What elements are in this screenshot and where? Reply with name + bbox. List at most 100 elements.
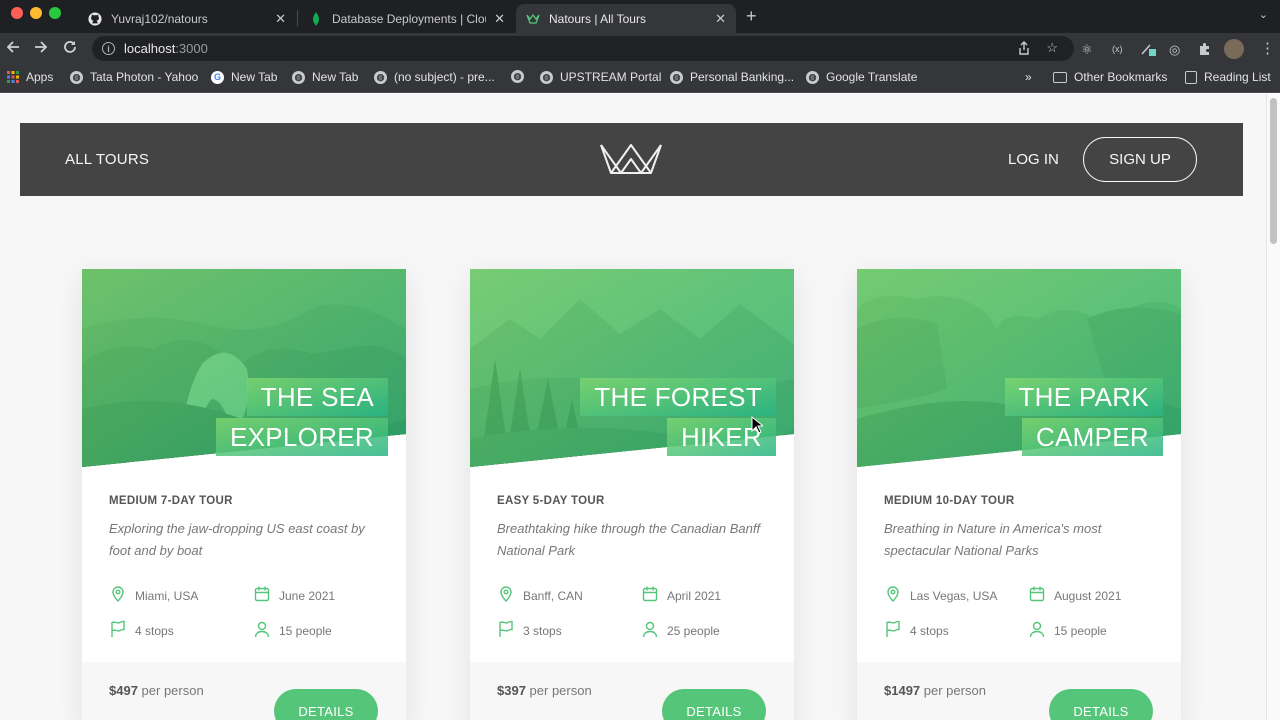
browser-menu-icon[interactable]: ⋮ xyxy=(1260,39,1275,57)
tab-divider xyxy=(297,10,298,26)
bookmark-label: Google Translate xyxy=(826,70,918,84)
close-tab-icon[interactable]: ✕ xyxy=(275,11,286,27)
reload-icon[interactable] xyxy=(63,40,77,58)
tour-people: 15 people xyxy=(253,620,332,641)
user-icon xyxy=(641,620,667,641)
tour-date: April 2021 xyxy=(641,585,721,606)
url-port: :3000 xyxy=(175,41,208,56)
browser-tab-github[interactable]: Yuvraj102/natours ✕ xyxy=(78,4,296,33)
close-tab-icon[interactable]: ✕ xyxy=(715,11,726,27)
map-pin-icon xyxy=(109,585,135,606)
tour-people: 25 people xyxy=(641,620,720,641)
tour-card: THE SEA EXPLORER MEDIUM 7-DAY TOUR Explorin… xyxy=(82,269,406,720)
tour-card-image: THE FOREST HIKER xyxy=(470,269,794,467)
bookmark-label: New Tab xyxy=(312,70,359,84)
tour-stops-text: 4 stops xyxy=(135,623,174,638)
login-link[interactable]: LOG IN xyxy=(1008,151,1059,168)
tour-price-value: $397 xyxy=(497,683,526,698)
tour-stops-text: 3 stops xyxy=(523,623,562,638)
profile-avatar[interactable] xyxy=(1224,39,1244,59)
tour-name: THE FOREST HIKER xyxy=(556,377,776,457)
map-pin-icon xyxy=(497,585,523,606)
browser-tab-bar: Yuvraj102/natours ✕ Database Deployments… xyxy=(0,0,1280,33)
minimize-window-button[interactable] xyxy=(30,7,42,19)
tour-price: $497 per person xyxy=(109,683,204,698)
tour-price-value: $497 xyxy=(109,683,138,698)
back-icon[interactable] xyxy=(6,40,20,58)
extension-icon[interactable]: (x) xyxy=(1112,44,1123,54)
tour-price-unit: per person xyxy=(141,683,204,698)
tour-location-text: Las Vegas, USA xyxy=(910,588,998,603)
tour-card: THE FOREST HIKER EASY 5-DAY TOUR Breathtaki… xyxy=(470,269,794,720)
share-icon[interactable] xyxy=(1018,41,1030,58)
new-tab-button[interactable]: + xyxy=(746,6,757,27)
tour-subheading: EASY 5-DAY TOUR xyxy=(497,495,605,507)
bookmark-label: UPSTREAM Portal xyxy=(560,70,662,84)
tour-price: $397 per person xyxy=(497,683,592,698)
tour-card-footer: $1497 per person DETAILS xyxy=(857,662,1181,720)
bookmarks-bar: Apps ◍ Tata Photon - Yahoo G New Tab ◍ N… xyxy=(0,64,1280,93)
browser-tab-natours[interactable]: Natours | All Tours ✕ xyxy=(516,4,736,33)
extensions-puzzle-icon[interactable] xyxy=(1198,42,1212,59)
tour-stops-text: 4 stops xyxy=(910,623,949,638)
tour-card-image: THE SEA EXPLORER xyxy=(82,269,406,467)
tour-location-text: Banff, CAN xyxy=(523,588,583,603)
browser-tab-mongodb[interactable]: Database Deployments | Cloud ✕ xyxy=(299,4,515,33)
maximize-window-button[interactable] xyxy=(49,7,61,19)
bookmark-label: New Tab xyxy=(231,70,278,84)
bookmark-label: Apps xyxy=(26,70,54,84)
site-info-icon[interactable]: i xyxy=(102,42,115,55)
tour-card-image: THE PARK CAMPER xyxy=(857,269,1181,467)
react-devtools-icon[interactable]: ⚛ xyxy=(1081,42,1093,58)
bookmark-item[interactable]: ◍ Google Translate xyxy=(806,70,917,84)
bookmark-item[interactable]: ◍ UPSTREAM Portal xyxy=(540,70,661,84)
bookmark-item[interactable]: ◍ New Tab xyxy=(292,70,358,84)
tab-search-icon[interactable]: ⌄ xyxy=(1259,8,1268,21)
bookmark-item[interactable]: ◍ Tata Photon - Yahoo xyxy=(70,70,198,84)
globe-icon: ◍ xyxy=(670,70,683,84)
bookmark-star-icon[interactable]: ☆ xyxy=(1046,40,1058,56)
extension-pen-icon[interactable] xyxy=(1140,42,1156,59)
globe-icon: ◍ xyxy=(806,70,819,84)
all-tours-link[interactable]: ALL TOURS xyxy=(65,151,149,168)
natours-logo-icon[interactable] xyxy=(599,139,663,180)
address-bar[interactable]: i localhost :3000 ☆ xyxy=(92,36,1074,61)
details-button[interactable]: DETAILS xyxy=(274,689,378,720)
tour-card-footer: $397 per person DETAILS xyxy=(470,662,794,720)
signup-button[interactable]: SIGN UP xyxy=(1083,137,1197,182)
tour-date: June 2021 xyxy=(253,585,335,606)
tour-price-unit: per person xyxy=(529,683,592,698)
tour-location: Miami, USA xyxy=(109,585,198,606)
tour-subheading: MEDIUM 10-DAY TOUR xyxy=(884,495,1015,507)
bookmarks-overflow-button[interactable]: » xyxy=(1025,70,1032,84)
calendar-icon xyxy=(253,585,279,606)
tour-location-text: Miami, USA xyxy=(135,588,199,603)
tour-price-value: $1497 xyxy=(884,683,921,698)
tour-people-text: 25 people xyxy=(667,623,720,638)
forward-icon[interactable] xyxy=(34,40,48,58)
extension-target-icon[interactable]: ◎ xyxy=(1169,42,1180,58)
globe-icon: ◍ xyxy=(70,70,83,84)
close-tab-icon[interactable]: ✕ xyxy=(494,11,505,27)
bookmark-apps[interactable]: Apps xyxy=(6,70,53,84)
bookmark-item[interactable]: G New Tab xyxy=(211,70,277,84)
close-window-button[interactable] xyxy=(11,7,23,19)
tour-date: August 2021 xyxy=(1028,585,1121,606)
natours-logo-icon xyxy=(526,12,540,26)
details-button[interactable]: DETAILS xyxy=(662,689,766,720)
bookmark-item[interactable]: ◍ xyxy=(511,70,531,83)
other-bookmarks-button[interactable]: Other Bookmarks xyxy=(1053,70,1167,84)
tour-name-line-1: THE FOREST xyxy=(580,378,776,416)
flag-icon xyxy=(497,620,523,641)
globe-icon: ◍ xyxy=(292,70,305,84)
reading-list-button[interactable]: Reading List xyxy=(1185,70,1271,84)
details-button[interactable]: DETAILS xyxy=(1049,689,1153,720)
page-content: ALL TOURS LOG IN SIGN UP THE SEA EXPLORER… xyxy=(0,94,1280,720)
tour-people-text: 15 people xyxy=(279,623,332,638)
bookmark-item[interactable]: ◍ Personal Banking... xyxy=(670,70,794,84)
tour-card-footer: $497 per person DETAILS xyxy=(82,662,406,720)
scrollbar-thumb[interactable] xyxy=(1270,98,1277,244)
site-header: ALL TOURS LOG IN SIGN UP xyxy=(20,123,1243,196)
tour-people: 15 people xyxy=(1028,620,1107,641)
bookmark-item[interactable]: ◍ (no subject) - pre... xyxy=(374,70,495,84)
